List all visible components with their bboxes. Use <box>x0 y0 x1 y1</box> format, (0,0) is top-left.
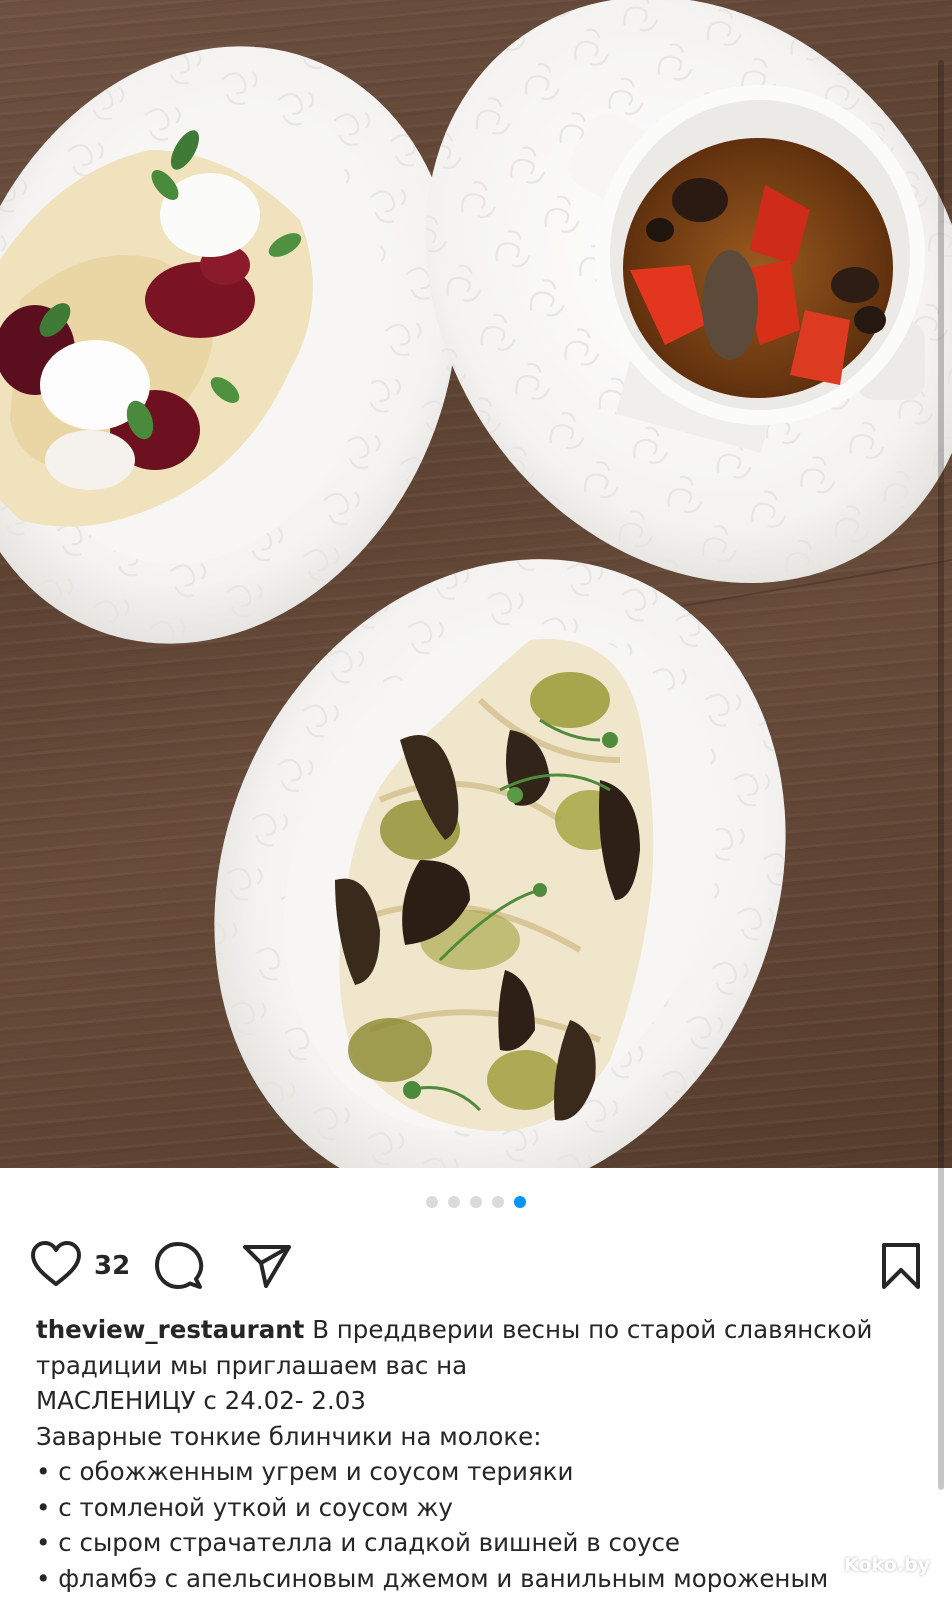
like-group: 32 <box>30 1238 130 1294</box>
carousel-dot[interactable] <box>448 1196 460 1208</box>
post-caption: theview_restaurant В преддверии весны по… <box>36 1312 916 1596</box>
caption-line: МАСЛЕНИЦУ с 24.02- 2.03 <box>36 1386 366 1415</box>
post-photo[interactable] <box>0 0 952 1168</box>
scrollbar[interactable] <box>938 60 944 1490</box>
bookmark-icon[interactable] <box>880 1238 922 1294</box>
food-photo-illustration <box>0 0 952 1168</box>
like-count[interactable]: 32 <box>94 1251 130 1281</box>
caption-line: • с томленой уткой и соусом жу <box>36 1492 453 1522</box>
username[interactable]: theview_restaurant <box>36 1315 304 1344</box>
carousel-dot[interactable] <box>492 1196 504 1208</box>
carousel-indicator <box>0 1196 952 1208</box>
watermark: Koko.by <box>844 1554 930 1576</box>
caption-first-line: theview_restaurant В преддверии весны по… <box>36 1312 916 1383</box>
heart-icon[interactable] <box>30 1240 82 1292</box>
carousel-dot[interactable] <box>426 1196 438 1208</box>
comment-icon[interactable] <box>154 1238 204 1294</box>
caption-line: • с сыром страчателла и сладкой вишней в… <box>36 1528 680 1557</box>
paper-plane-icon[interactable] <box>242 1238 292 1294</box>
post-action-bar: 32 <box>30 1238 922 1294</box>
caption-line: Заварные тонкие блинчики на молоке: <box>36 1421 542 1451</box>
carousel-dot[interactable] <box>470 1196 482 1208</box>
carousel-dot-active[interactable] <box>514 1196 526 1208</box>
caption-line: • фламбэ с апельсиновым джемом и ванильн… <box>36 1563 829 1593</box>
caption-line: • с обожженным угрем и соусом терияки <box>36 1457 574 1486</box>
